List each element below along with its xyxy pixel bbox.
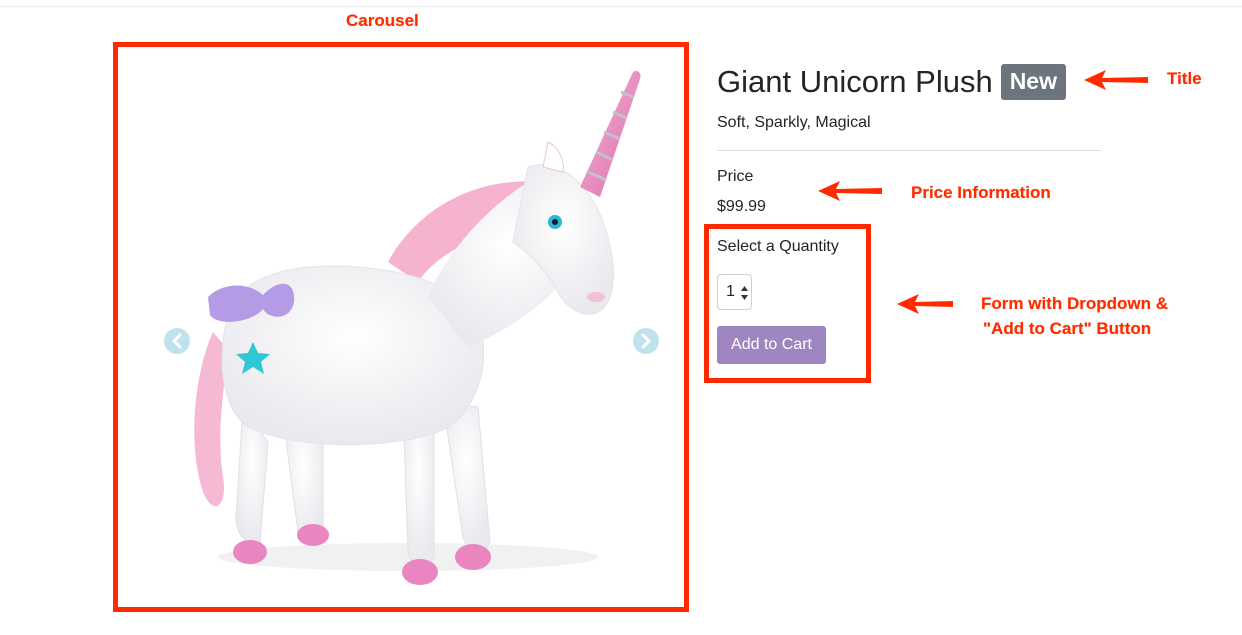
top-divider bbox=[0, 6, 1242, 7]
quantity-selected-value: 1 bbox=[726, 283, 735, 300]
new-badge: New bbox=[1000, 64, 1066, 100]
carousel bbox=[113, 42, 689, 612]
product-title-row: Giant Unicorn Plush New bbox=[717, 64, 1066, 100]
price-value: $99.99 bbox=[717, 198, 766, 215]
annotation-form-line1: Form with Dropdown & bbox=[981, 294, 1168, 313]
carousel-prev-button[interactable] bbox=[164, 328, 190, 354]
product-title: Giant Unicorn Plush bbox=[717, 64, 993, 99]
divider bbox=[717, 150, 1101, 151]
carousel-next-button[interactable] bbox=[633, 328, 659, 354]
quantity-label: Select a Quantity bbox=[717, 238, 839, 255]
price-label: Price bbox=[717, 168, 754, 185]
carousel-slide bbox=[118, 47, 684, 607]
annotation-arrow-title bbox=[1084, 70, 1148, 90]
quantity-select[interactable]: 1 bbox=[717, 274, 752, 310]
annotation-form-line2: "Add to Cart" Button bbox=[983, 319, 1152, 338]
add-to-cart-button[interactable]: Add to Cart bbox=[717, 326, 826, 364]
unicorn-plush-image bbox=[194, 70, 641, 585]
product-subtitle: Soft, Sparkly, Magical bbox=[717, 114, 871, 131]
annotation-arrow-price bbox=[818, 181, 882, 201]
up-down-arrows-icon bbox=[741, 286, 748, 300]
annotation-price: Price Information bbox=[911, 183, 1051, 202]
annotation-title: Title bbox=[1167, 69, 1202, 88]
annotation-arrow-form bbox=[897, 294, 953, 314]
chevron-right-icon bbox=[641, 333, 651, 349]
annotation-carousel: Carousel bbox=[346, 11, 419, 30]
chevron-left-icon bbox=[172, 333, 182, 349]
